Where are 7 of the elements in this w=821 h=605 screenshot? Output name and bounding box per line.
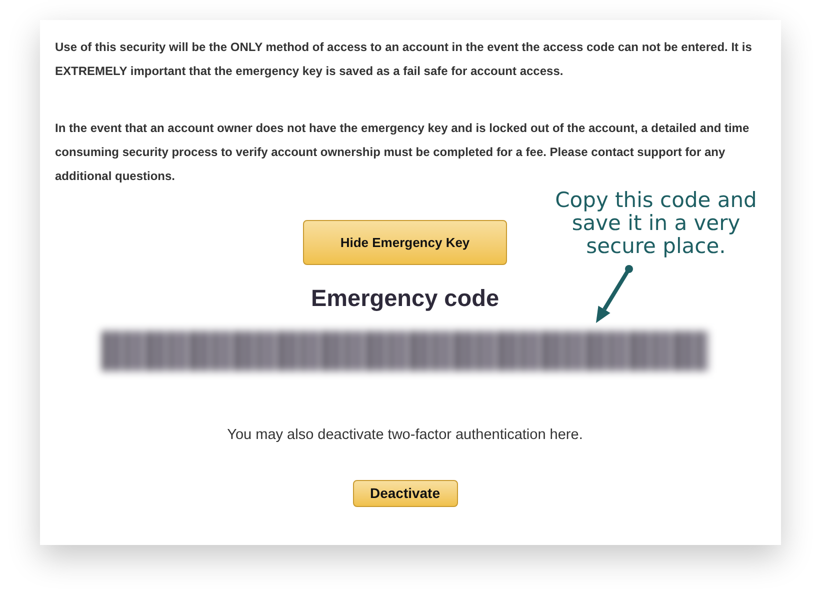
warning-paragraph: Use of this security will be the ONLY method of access to an account in the event the access code can not be entered. It is EXTREMELY important that the emergency key is saved as a fail safe for account access.: [55, 39, 753, 80]
hide-key-button[interactable]: Hide Emergency Key: [303, 220, 507, 265]
deactivate-button[interactable]: Deactivate: [352, 480, 458, 507]
code-heading: Emergency code: [310, 285, 500, 311]
callout-note: Copy this code and save it in a very secure place.: [554, 189, 758, 258]
warning-paragraph: In the event that an account owner does not have the emergency key and is locked out of the account, a detailed and time consuming security process to verify account ownership must be completed for a fee. Please contact support for any additional questions.: [55, 120, 750, 185]
deactivate-note: You may also deactivate two-factor authentication here.: [227, 426, 583, 444]
